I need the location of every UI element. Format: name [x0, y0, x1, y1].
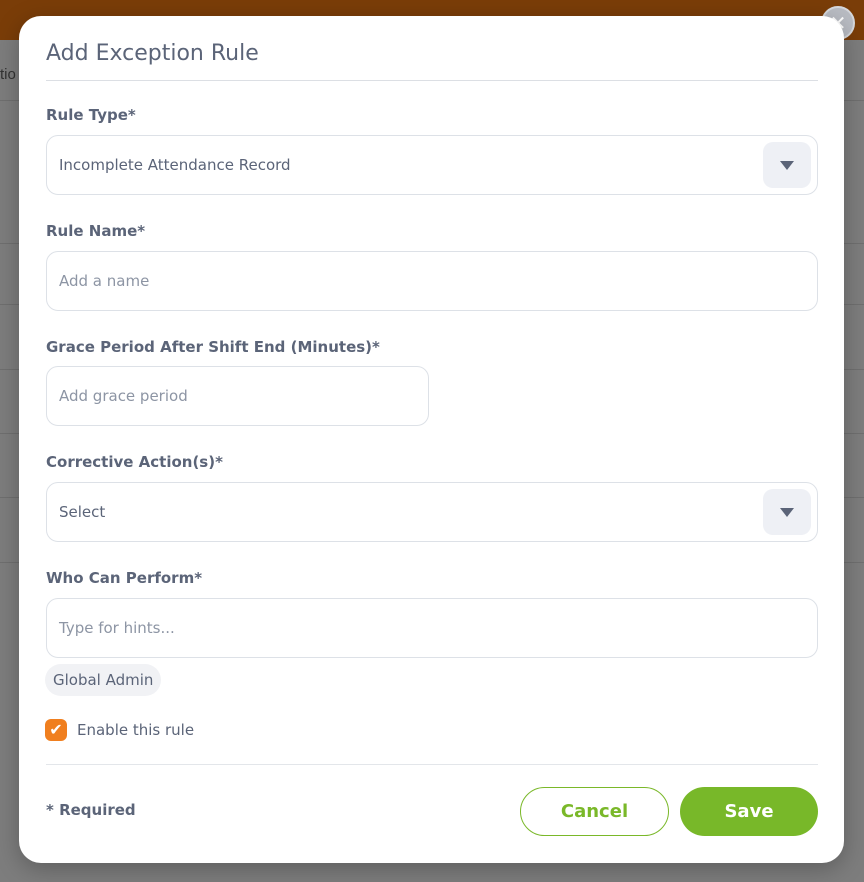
rule-type-label: Rule Type*: [46, 106, 136, 124]
checkmark-icon: ✔: [49, 722, 63, 739]
rule-type-select[interactable]: Incomplete Attendance Record: [46, 135, 818, 195]
rule-name-label: Rule Name*: [46, 222, 146, 240]
rule-name-input[interactable]: Add a name: [46, 251, 818, 311]
modal-title: Add Exception Rule: [46, 41, 259, 66]
footer-divider: [46, 764, 818, 765]
save-button[interactable]: Save: [680, 787, 818, 836]
background-partial-text: tio: [0, 66, 16, 83]
enable-rule-row[interactable]: ✔ Enable this rule: [45, 719, 194, 741]
corrective-actions-dropdown-button[interactable]: [763, 489, 811, 535]
add-exception-rule-modal: Add Exception Rule Rule Type* Incomplete…: [19, 16, 844, 863]
who-can-perform-label: Who Can Perform*: [46, 569, 203, 587]
grace-period-input[interactable]: Add grace period: [46, 366, 429, 426]
caret-down-icon: [780, 160, 794, 170]
global-admin-chip[interactable]: Global Admin: [45, 664, 162, 696]
corrective-actions-label: Corrective Action(s)*: [46, 453, 223, 471]
grace-period-label: Grace Period After Shift End (Minutes)*: [46, 338, 380, 356]
caret-down-icon: [780, 507, 794, 517]
required-note: * Required: [46, 801, 136, 819]
enable-rule-label: Enable this rule: [77, 721, 195, 739]
corrective-actions-select[interactable]: Select: [46, 482, 818, 542]
cancel-button[interactable]: Cancel: [520, 787, 669, 836]
corrective-actions-value: Select: [59, 503, 106, 521]
enable-rule-checkbox[interactable]: ✔: [45, 719, 67, 741]
rule-type-value: Incomplete Attendance Record: [59, 156, 291, 174]
title-divider: [46, 80, 818, 81]
who-can-perform-input[interactable]: Type for hints...: [46, 598, 818, 658]
rule-type-dropdown-button[interactable]: [763, 142, 811, 188]
